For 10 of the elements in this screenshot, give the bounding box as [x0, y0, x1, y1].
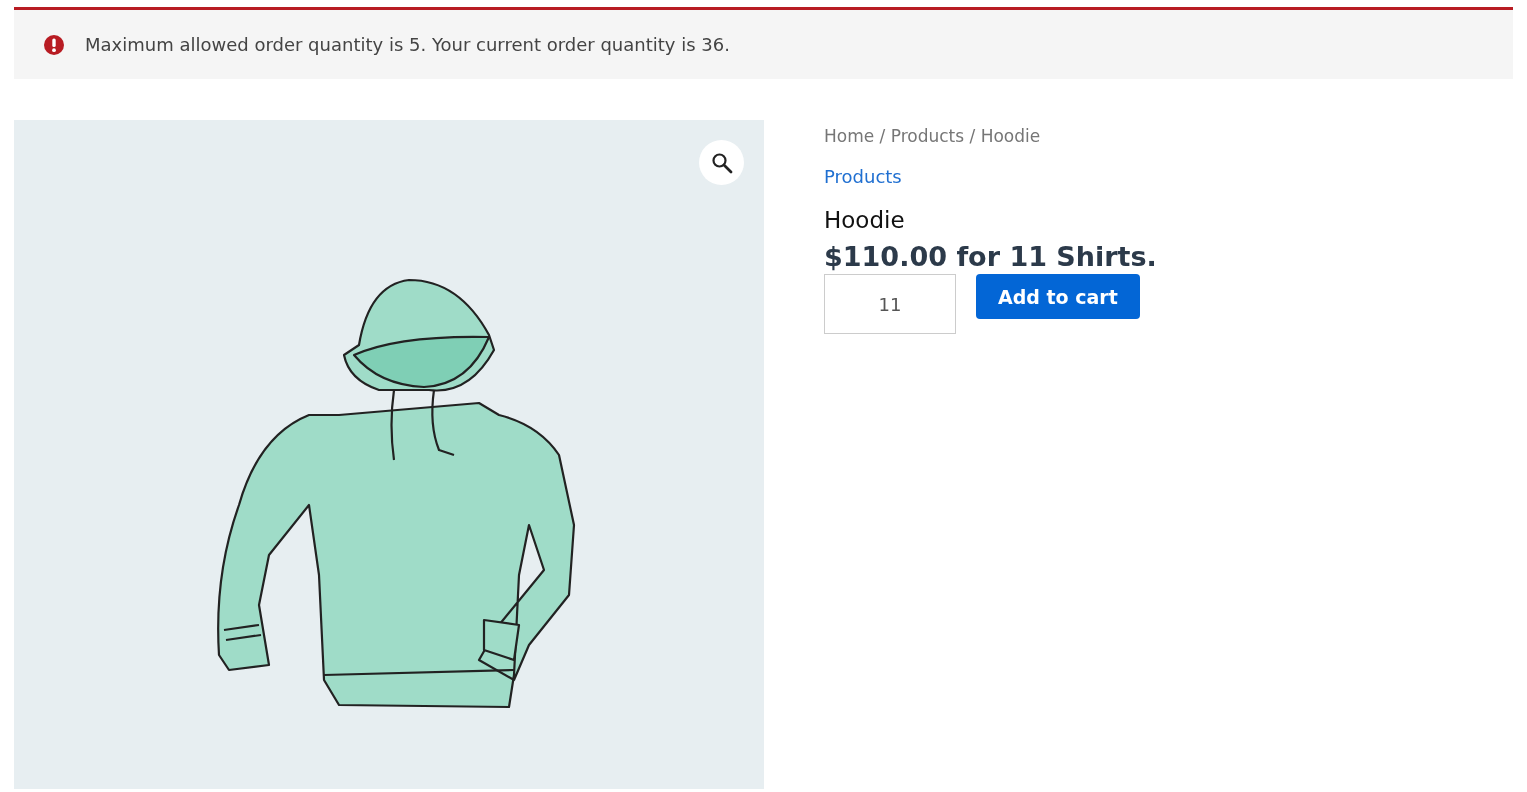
product-price: $110.00 for 11 Shirts. [824, 241, 1157, 272]
add-to-cart-button[interactable]: Add to cart [976, 274, 1140, 319]
product-title: Hoodie [824, 207, 905, 233]
error-icon [43, 33, 65, 56]
quantity-input[interactable]: 11 [824, 274, 956, 334]
category-link[interactable]: Products [824, 166, 902, 187]
search-icon [710, 151, 733, 174]
breadcrumb: Home / Products / Hoodie [824, 126, 1041, 146]
zoom-button[interactable] [699, 140, 744, 185]
error-message: Maximum allowed order quantity is 5. Your current order quantity is 36. [85, 34, 730, 55]
